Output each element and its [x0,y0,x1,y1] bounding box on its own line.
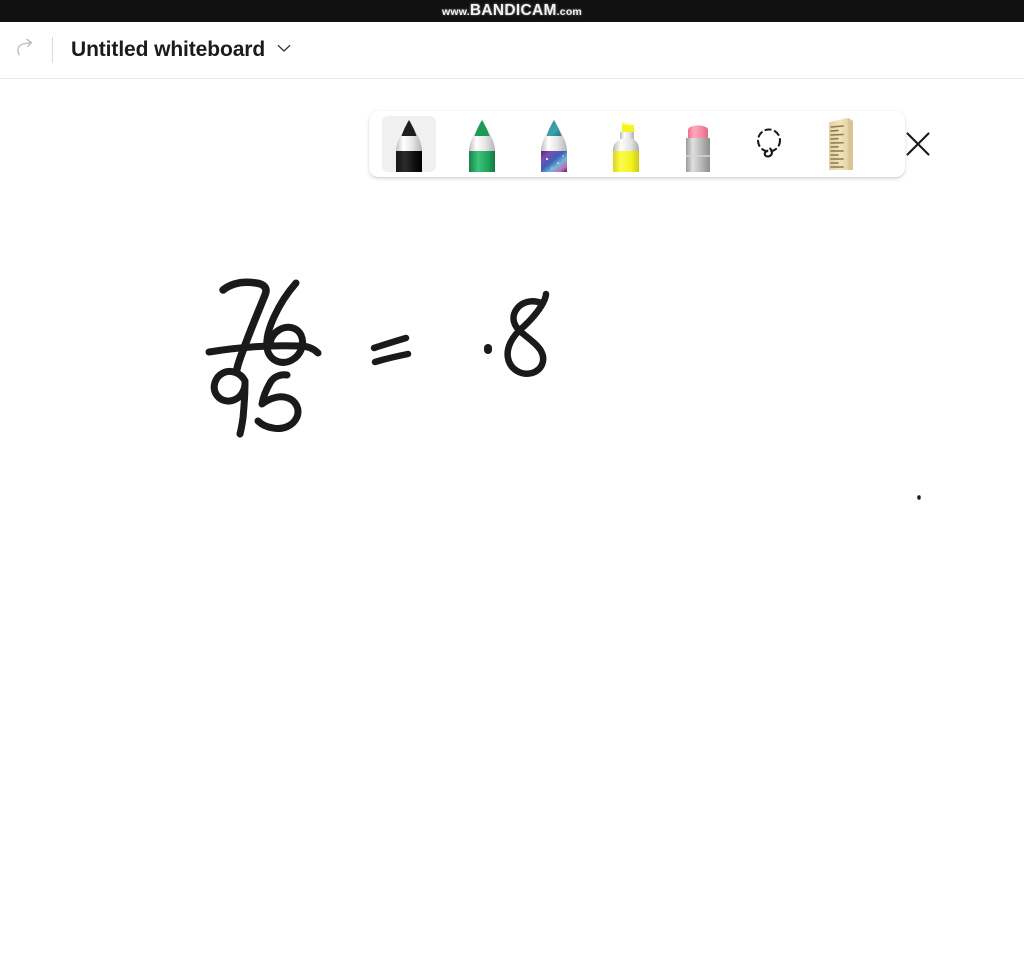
lasso-select-icon [753,126,787,162]
pen-icon [389,118,429,172]
whiteboard-canvas[interactable] [0,79,1024,970]
board-title-menu[interactable]: Untitled whiteboard [67,35,298,66]
eraser-icon [678,118,718,172]
tool-close-toolbar[interactable] [891,116,945,172]
recorder-watermark-bar: www.BANDICAM.com [0,0,1024,22]
recorder-watermark-text: www.BANDICAM.com [0,0,1024,22]
tool-lasso-select[interactable] [743,116,797,172]
pen-toolbar [369,111,930,177]
tool-pen-green[interactable] [455,116,509,172]
chevron-down-icon[interactable] [274,38,294,63]
pen-icon [534,118,574,172]
tool-highlighter-yellow[interactable] [599,116,653,172]
close-icon [902,128,934,160]
tool-ruler[interactable] [814,116,868,172]
highlighter-icon [604,118,648,172]
redo-arrow-icon [14,37,36,64]
tool-pen-black[interactable] [382,116,436,172]
pen-icon [462,118,502,172]
app-header: Untitled whiteboard [0,22,1024,79]
tool-pen-galaxy[interactable] [527,116,581,172]
header-divider [52,37,53,63]
tool-eraser[interactable] [671,116,725,172]
whiteboard-app: www.BANDICAM.com Untitled whiteboard [0,0,1024,970]
watermark-prefix: www. [442,6,470,18]
ruler-icon [824,116,858,172]
watermark-suffix: .com [556,6,582,18]
page-title: Untitled whiteboard [71,38,266,61]
redo-button[interactable] [8,33,42,67]
watermark-brand: BANDICAM [469,2,557,19]
